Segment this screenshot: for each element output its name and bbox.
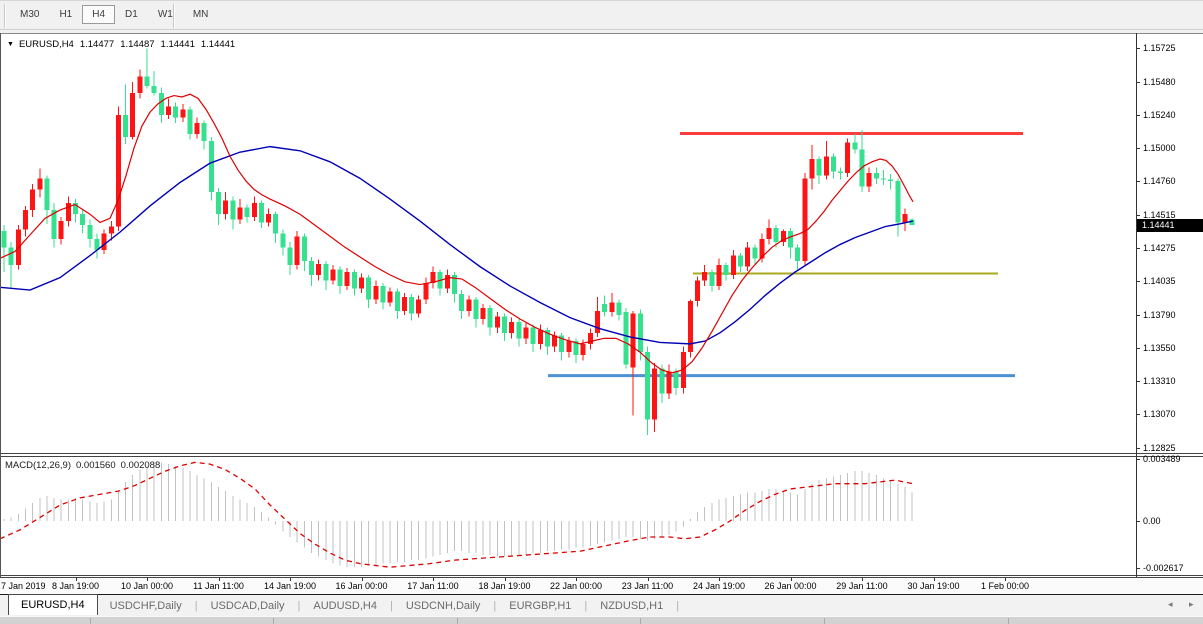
- timeframe-d1-button[interactable]: D1: [115, 5, 148, 24]
- chart-tab-bar: EURUSD,H4USDCHF,Daily|USDCAD,Daily|AUDUS…: [0, 594, 1203, 616]
- time-tick-mark: [505, 578, 506, 581]
- macd-histogram: [4, 462, 912, 567]
- timeframe-w1-button[interactable]: W1: [148, 5, 183, 24]
- tab-divider: |: [390, 600, 393, 612]
- time-tick-label: 24 Jan 19:00: [693, 581, 745, 591]
- status-strip: [0, 616, 1203, 624]
- macd-value: 0.001560: [76, 460, 116, 471]
- time-tick-mark: [648, 578, 649, 581]
- time-tick-label: 17 Jan 11:00: [407, 581, 458, 591]
- price-tick-label: 1.15240: [1143, 110, 1176, 120]
- tab-usdcnh-daily[interactable]: USDCNH,Daily: [394, 597, 493, 616]
- status-strip-divider: [824, 618, 825, 624]
- symbol-dropdown-icon[interactable]: ▼: [7, 41, 14, 48]
- price-tick-label: 1.14760: [1143, 176, 1176, 186]
- time-tick-mark: [862, 578, 863, 581]
- tab-nzdusd-h1[interactable]: NZDUSD,H1: [588, 597, 675, 616]
- status-strip-divider: [457, 618, 458, 624]
- chart-quote-line: ▼ EURUSD,H4 1.14477 1.14487 1.14441 1.14441: [7, 39, 235, 50]
- price-tick-label: 1.14035: [1143, 276, 1176, 286]
- chart-tabs: EURUSD,H4USDCHF,Daily|USDCAD,Daily|AUDUS…: [8, 595, 680, 616]
- time-tick-mark: [362, 578, 363, 581]
- time-tick-label: 1 Feb 00:00: [981, 581, 1029, 591]
- macd-tick-label: 0.00: [1143, 516, 1161, 526]
- current-price-badge: 1.14441: [1137, 219, 1203, 232]
- time-tick-label: 14 Jan 19:00: [264, 581, 316, 591]
- macd-title: MACD(12,26,9): [5, 460, 71, 471]
- chart-symbol: EURUSD,H4: [19, 39, 74, 50]
- time-tick-mark: [719, 578, 720, 581]
- time-tick-mark: [290, 578, 291, 581]
- time-tick-mark: [576, 578, 577, 581]
- chart-left-border: [0, 33, 1, 577]
- tab-audusd-h4[interactable]: AUDUSD,H4: [301, 597, 389, 616]
- tab-eurusd-h4[interactable]: EURUSD,H4: [8, 594, 98, 615]
- time-tick-label: 18 Jan 19:00: [478, 581, 530, 591]
- tab-divider: |: [676, 600, 679, 612]
- time-tick-label: 16 Jan 00:00: [335, 581, 387, 591]
- tab-usdchf-daily[interactable]: USDCHF,Daily: [98, 597, 194, 616]
- time-tick-label: 7 Jan 2019: [1, 581, 46, 591]
- status-strip-divider: [90, 618, 91, 624]
- time-tick-mark: [219, 578, 220, 581]
- quote-open: 1.14477: [80, 39, 114, 50]
- price-tick-label: 1.15480: [1143, 77, 1176, 87]
- timeframe-mn-button[interactable]: MN: [183, 5, 219, 24]
- timeframe-toolbar: M30H1H4D1W1MN: [0, 0, 1203, 30]
- price-tick-label: 1.13790: [1143, 310, 1176, 320]
- toolbar-separator: [173, 4, 175, 28]
- tab-eurgbp-h1[interactable]: EURGBP,H1: [497, 597, 583, 616]
- time-tick-mark: [433, 578, 434, 581]
- time-tick-mark: [934, 578, 935, 581]
- price-tick-label: 1.13310: [1143, 376, 1176, 386]
- tab-divider: |: [298, 600, 301, 612]
- macd-signal-value: 0.002088: [121, 460, 161, 471]
- time-tick-label: 26 Jan 00:00: [764, 581, 816, 591]
- time-tick-label: 8 Jan 19:00: [52, 581, 99, 591]
- time-tick-mark: [1005, 578, 1006, 581]
- tab-scroll-left-icon[interactable]: ◂: [1168, 599, 1173, 610]
- quote-close: 1.14441: [201, 39, 235, 50]
- price-tick-label: 1.13070: [1143, 409, 1176, 419]
- panel-separator-top[interactable]: [0, 453, 1203, 454]
- time-tick-label: 23 Jan 11:00: [622, 581, 673, 591]
- macd-indicator-canvas[interactable]: [0, 457, 1136, 577]
- price-tick-label: 1.15725: [1143, 43, 1176, 53]
- status-strip-divider: [273, 618, 274, 624]
- timeframe-h4-button[interactable]: H4: [82, 5, 115, 24]
- tab-scroll-right-icon[interactable]: ▸: [1189, 599, 1194, 610]
- quote-high: 1.14487: [120, 39, 154, 50]
- status-strip-divider: [640, 618, 641, 624]
- timeframe-buttons: M30H1H4D1W1MN: [10, 1, 218, 24]
- time-tick-mark: [791, 578, 792, 581]
- time-tick-label: 22 Jan 00:00: [550, 581, 602, 591]
- axis-border: [1136, 33, 1137, 577]
- price-tick-label: 1.13550: [1143, 343, 1176, 353]
- price-tick-label: 1.14275: [1143, 243, 1176, 253]
- mt4-window: M30H1H4D1W1MN ▼ EURUSD,H4 1.14477 1.14487 1.…: [0, 0, 1203, 624]
- time-tick-label: 10 Jan 00:00: [121, 581, 173, 591]
- tab-divider: |: [195, 600, 198, 612]
- timeframe-h1-button[interactable]: H1: [49, 5, 82, 24]
- macd-label-line: MACD(12,26,9) 0.001560 0.002088: [5, 460, 165, 471]
- tab-divider: |: [493, 600, 496, 612]
- time-tick-label: 29 Jan 11:00: [836, 581, 887, 591]
- price-chart-canvas[interactable]: [0, 34, 1136, 455]
- time-axis[interactable]: 7 Jan 2019 8 Jan 19:00 10 Jan 00:00 11 Jan …: [0, 578, 1203, 594]
- tab-divider: |: [584, 600, 587, 612]
- time-tick-mark: [76, 578, 77, 581]
- macd-bottom-border-1: [0, 575, 1203, 576]
- tab-usdcad-daily[interactable]: USDCAD,Daily: [199, 597, 297, 616]
- time-tick-label: 11 Jan 11:00: [193, 581, 244, 591]
- quote-low: 1.14441: [161, 39, 195, 50]
- macd-tick-label: 0.003489: [1143, 454, 1181, 464]
- status-strip-divider: [1008, 618, 1009, 624]
- price-tick-label: 1.15000: [1143, 143, 1176, 153]
- timeframe-m30-button[interactable]: M30: [10, 5, 49, 24]
- price-tick-label: 1.12825: [1143, 443, 1176, 453]
- time-tick-mark: [147, 578, 148, 581]
- time-tick-label: 30 Jan 19:00: [907, 581, 959, 591]
- toolbar-grip: [4, 4, 6, 28]
- macd-tick-label: -0.002617: [1143, 563, 1184, 573]
